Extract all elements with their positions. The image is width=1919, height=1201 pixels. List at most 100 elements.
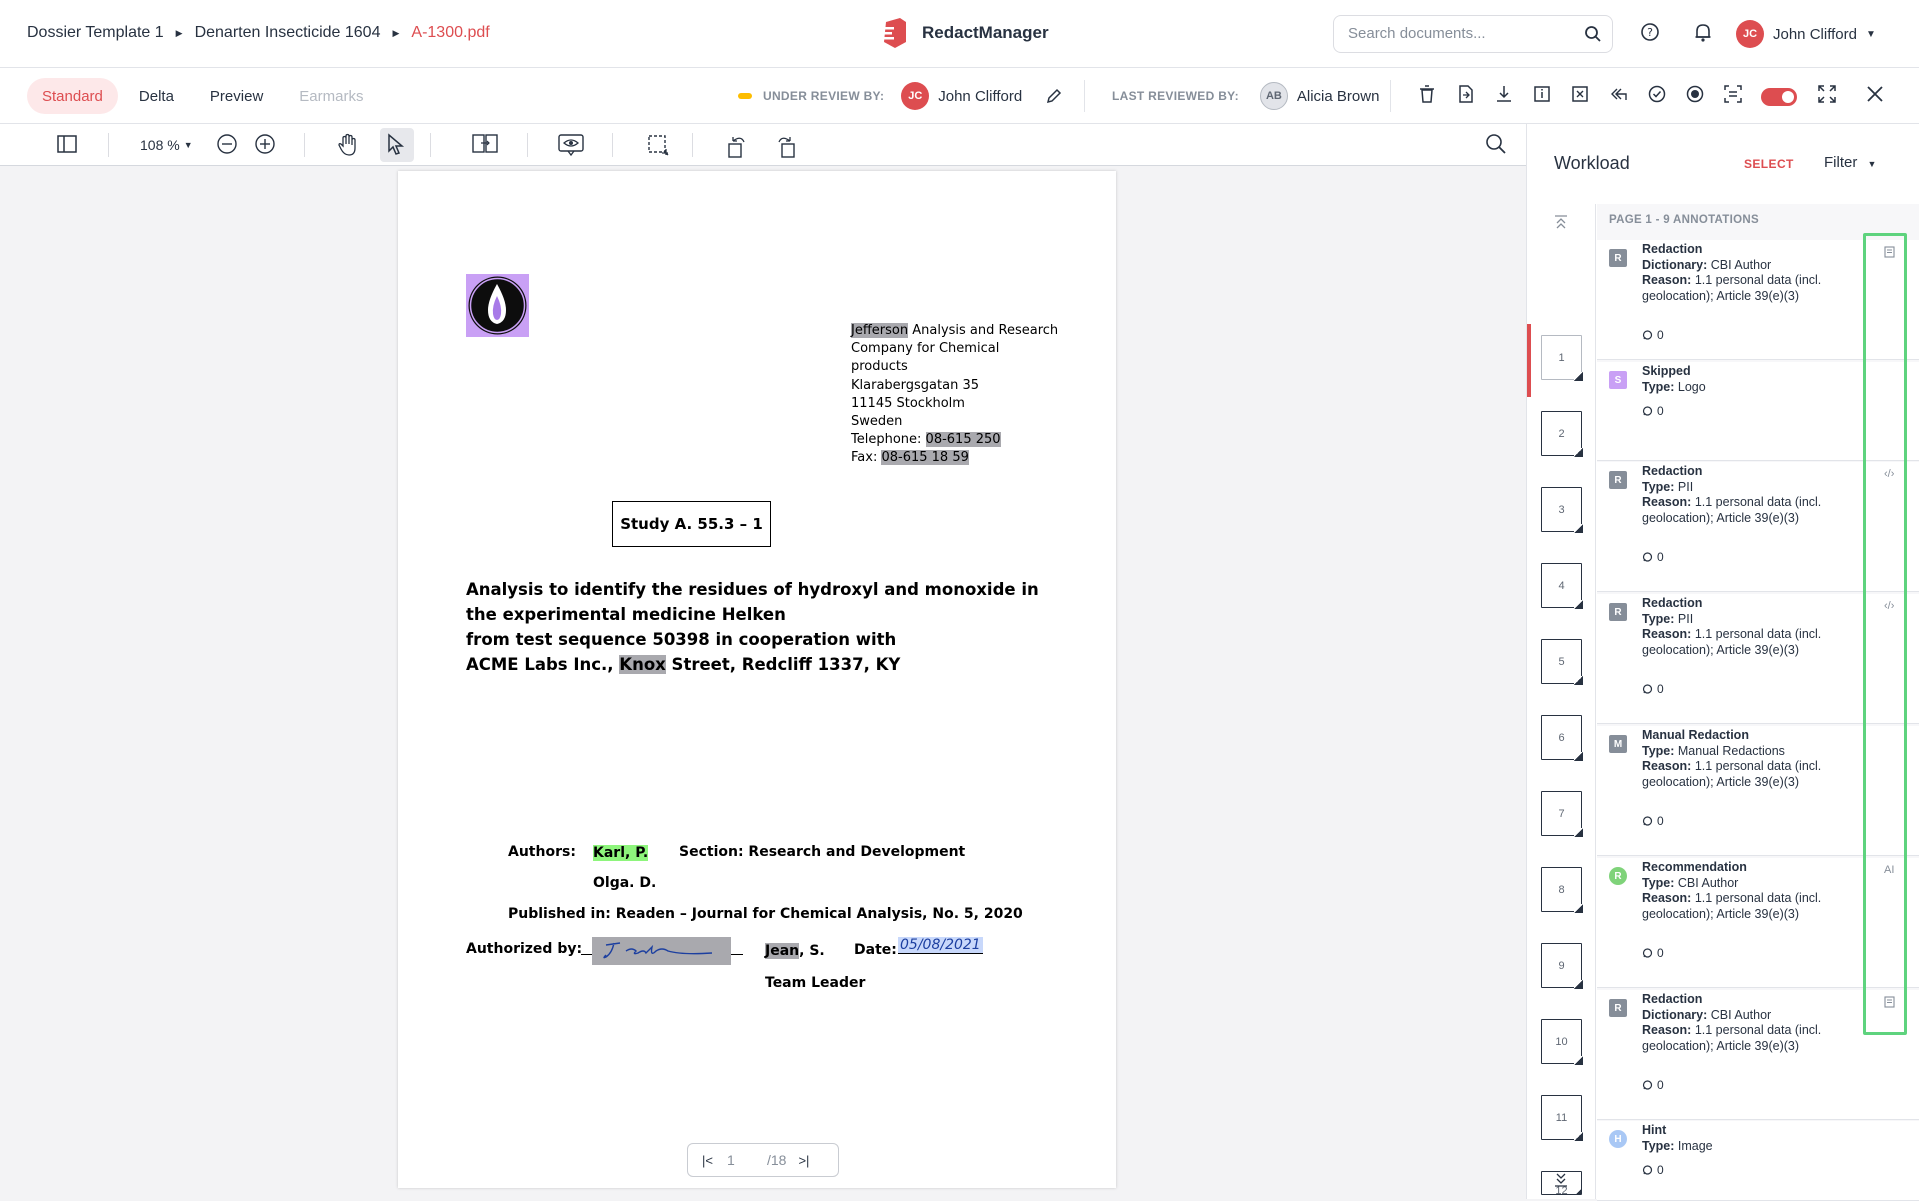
undo-all-icon[interactable] — [1609, 84, 1629, 104]
page-thumbnails: 1 2 3 4 5 6 7 8 9 10 11 12 — [1527, 204, 1596, 1199]
annotation-title: Recommendation — [1642, 860, 1747, 874]
comments-count[interactable]: 0 — [1642, 550, 1664, 564]
redacted-fax[interactable]: 08-615 18 59 — [881, 450, 969, 466]
comments-count[interactable]: 0 — [1642, 946, 1664, 960]
divider — [430, 133, 431, 157]
redaction-preview-toggle[interactable] — [1761, 88, 1797, 106]
toggle-sidebar-icon[interactable] — [56, 133, 78, 155]
annotation-card[interactable]: H Hint Type: Image 0 — [1597, 1121, 1919, 1201]
breadcrumb-dossier-template[interactable]: Dossier Template 1 — [27, 24, 164, 42]
exclude-page-icon[interactable] — [1571, 84, 1589, 104]
select-pointer-icon[interactable] — [386, 133, 410, 157]
scroll-to-bottom-icon[interactable] — [1553, 1172, 1569, 1188]
comments-count-value: 0 — [1657, 814, 1664, 828]
comments-count[interactable]: 0 — [1642, 682, 1664, 696]
comments-count[interactable]: 0 — [1642, 1078, 1664, 1092]
close-icon[interactable] — [1865, 84, 1885, 104]
last-reviewer-avatar: AB — [1259, 82, 1288, 110]
tab-preview[interactable]: Preview — [195, 78, 278, 114]
user-name: John Clifford — [1773, 25, 1857, 43]
help-icon[interactable]: ? — [1640, 22, 1660, 42]
record-icon[interactable] — [1685, 84, 1705, 104]
filter-dropdown[interactable]: Filter ▼ — [1824, 154, 1876, 171]
title-line: Analysis to identify the residues of hyd… — [466, 580, 1039, 599]
rotate-left-icon[interactable] — [725, 133, 749, 159]
download-icon[interactable] — [1495, 84, 1513, 104]
avatar: JC — [1736, 20, 1764, 48]
scan-ocr-icon[interactable] — [1723, 84, 1743, 104]
breadcrumb-dossier[interactable]: Denarten Insecticide 1604 — [195, 24, 381, 42]
comments-count[interactable]: 0 — [1642, 328, 1664, 342]
reviewer-avatar: JC — [901, 82, 930, 110]
thumbnail-page-10[interactable]: 10 — [1541, 1019, 1583, 1065]
search-input[interactable] — [1348, 25, 1568, 42]
search-document-icon[interactable] — [1485, 133, 1507, 155]
tab-standard[interactable]: Standard — [27, 78, 118, 114]
thumbnail-page-5[interactable]: 5 — [1541, 639, 1583, 685]
approve-check-icon[interactable] — [1647, 84, 1667, 104]
scroll-to-top-icon[interactable] — [1553, 214, 1569, 230]
edit-pencil-icon[interactable] — [1045, 87, 1063, 105]
comments-count[interactable]: 0 — [1642, 1163, 1664, 1177]
annotation-field-label: Type: — [1642, 1138, 1675, 1153]
rotate-right-icon[interactable] — [774, 133, 798, 159]
view-preview-icon[interactable] — [557, 133, 585, 157]
thumbnail-page-4[interactable]: 4 — [1541, 563, 1583, 609]
thumbnail-page-2[interactable]: 2 — [1541, 411, 1583, 457]
breadcrumb-separator-icon: ▶ — [392, 27, 400, 38]
recommended-author[interactable]: Karl, P. — [593, 845, 649, 861]
comments-count[interactable]: 0 — [1642, 814, 1664, 828]
zoom-in-icon[interactable] — [254, 133, 276, 155]
first-page-icon[interactable]: |< — [702, 1153, 713, 1168]
divider — [1390, 80, 1391, 112]
pdf-page[interactable]: Jefferson Analysis and Research Company … — [398, 171, 1116, 1188]
signature-redaction[interactable] — [592, 937, 731, 965]
annotation-field-value: Manual Redactions — [1674, 743, 1785, 758]
last-page-icon[interactable]: >| — [798, 1153, 809, 1168]
app-logo[interactable]: RedactManager — [878, 16, 1049, 50]
notifications-bell-icon[interactable] — [1694, 22, 1712, 42]
document-info-icon[interactable] — [1533, 84, 1551, 104]
thumbnail-page-9[interactable]: 9 — [1541, 943, 1583, 989]
annotation-type-badge: R — [1609, 867, 1627, 885]
export-file-icon[interactable] — [1457, 84, 1475, 104]
thumbnail-page-11[interactable]: 11 — [1541, 1095, 1583, 1141]
telephone-label: Telephone: — [851, 432, 926, 448]
authors-label: Authors: — [508, 844, 576, 860]
current-page-input[interactable]: 1 — [727, 1152, 767, 1168]
user-menu[interactable]: JC John Clifford ▼ — [1736, 20, 1876, 48]
date-field[interactable]: 05/08/2021 — [898, 937, 983, 954]
company-logo[interactable] — [466, 274, 529, 337]
annotation-type-badge: R — [1609, 999, 1627, 1017]
search-icon[interactable] — [1584, 25, 1602, 43]
thumbnail-page-6[interactable]: 6 — [1541, 715, 1583, 761]
thumbnail-page-1[interactable]: 1 — [1541, 335, 1583, 381]
compare-pages-icon[interactable] — [472, 133, 498, 155]
annotation-title: Redaction — [1642, 464, 1703, 478]
annotation-type-badge: M — [1609, 735, 1627, 753]
redacted-telephone[interactable]: 08-615 250 — [925, 432, 1001, 448]
redacted-street[interactable]: Knox — [619, 655, 666, 674]
fullscreen-icon[interactable] — [1817, 84, 1837, 104]
redacted-signer[interactable]: Jean — [765, 943, 800, 959]
thumbnail-page-7[interactable]: 7 — [1541, 791, 1583, 837]
breadcrumb-current-file: A-1300.pdf — [411, 24, 490, 41]
thumbnail-page-8[interactable]: 8 — [1541, 867, 1583, 913]
zoom-select[interactable]: 108 % ▼ — [140, 137, 193, 153]
status-dot — [738, 93, 752, 99]
comments-count[interactable]: 0 — [1642, 404, 1664, 418]
breadcrumb: Dossier Template 1 ▶ Denarten Insecticid… — [27, 24, 490, 42]
zoom-out-icon[interactable] — [216, 133, 238, 155]
annotation-type-badge: H — [1609, 1130, 1627, 1148]
tab-delta[interactable]: Delta — [124, 78, 189, 114]
redacted-company-name[interactable]: Jefferson — [851, 323, 909, 338]
comment-icon — [1642, 1079, 1653, 1090]
pan-hand-icon[interactable] — [337, 133, 359, 157]
select-button[interactable]: SELECT — [1744, 157, 1794, 171]
area-select-icon[interactable] — [646, 133, 670, 157]
annotation-title: Redaction — [1642, 992, 1703, 1006]
annotation-details: Recommendation Type: CBI Author Reason: 1.… — [1642, 860, 1842, 922]
delete-icon[interactable] — [1418, 84, 1436, 104]
thumbnail-page-3[interactable]: 3 — [1541, 487, 1583, 533]
comments-count-value: 0 — [1657, 682, 1664, 696]
